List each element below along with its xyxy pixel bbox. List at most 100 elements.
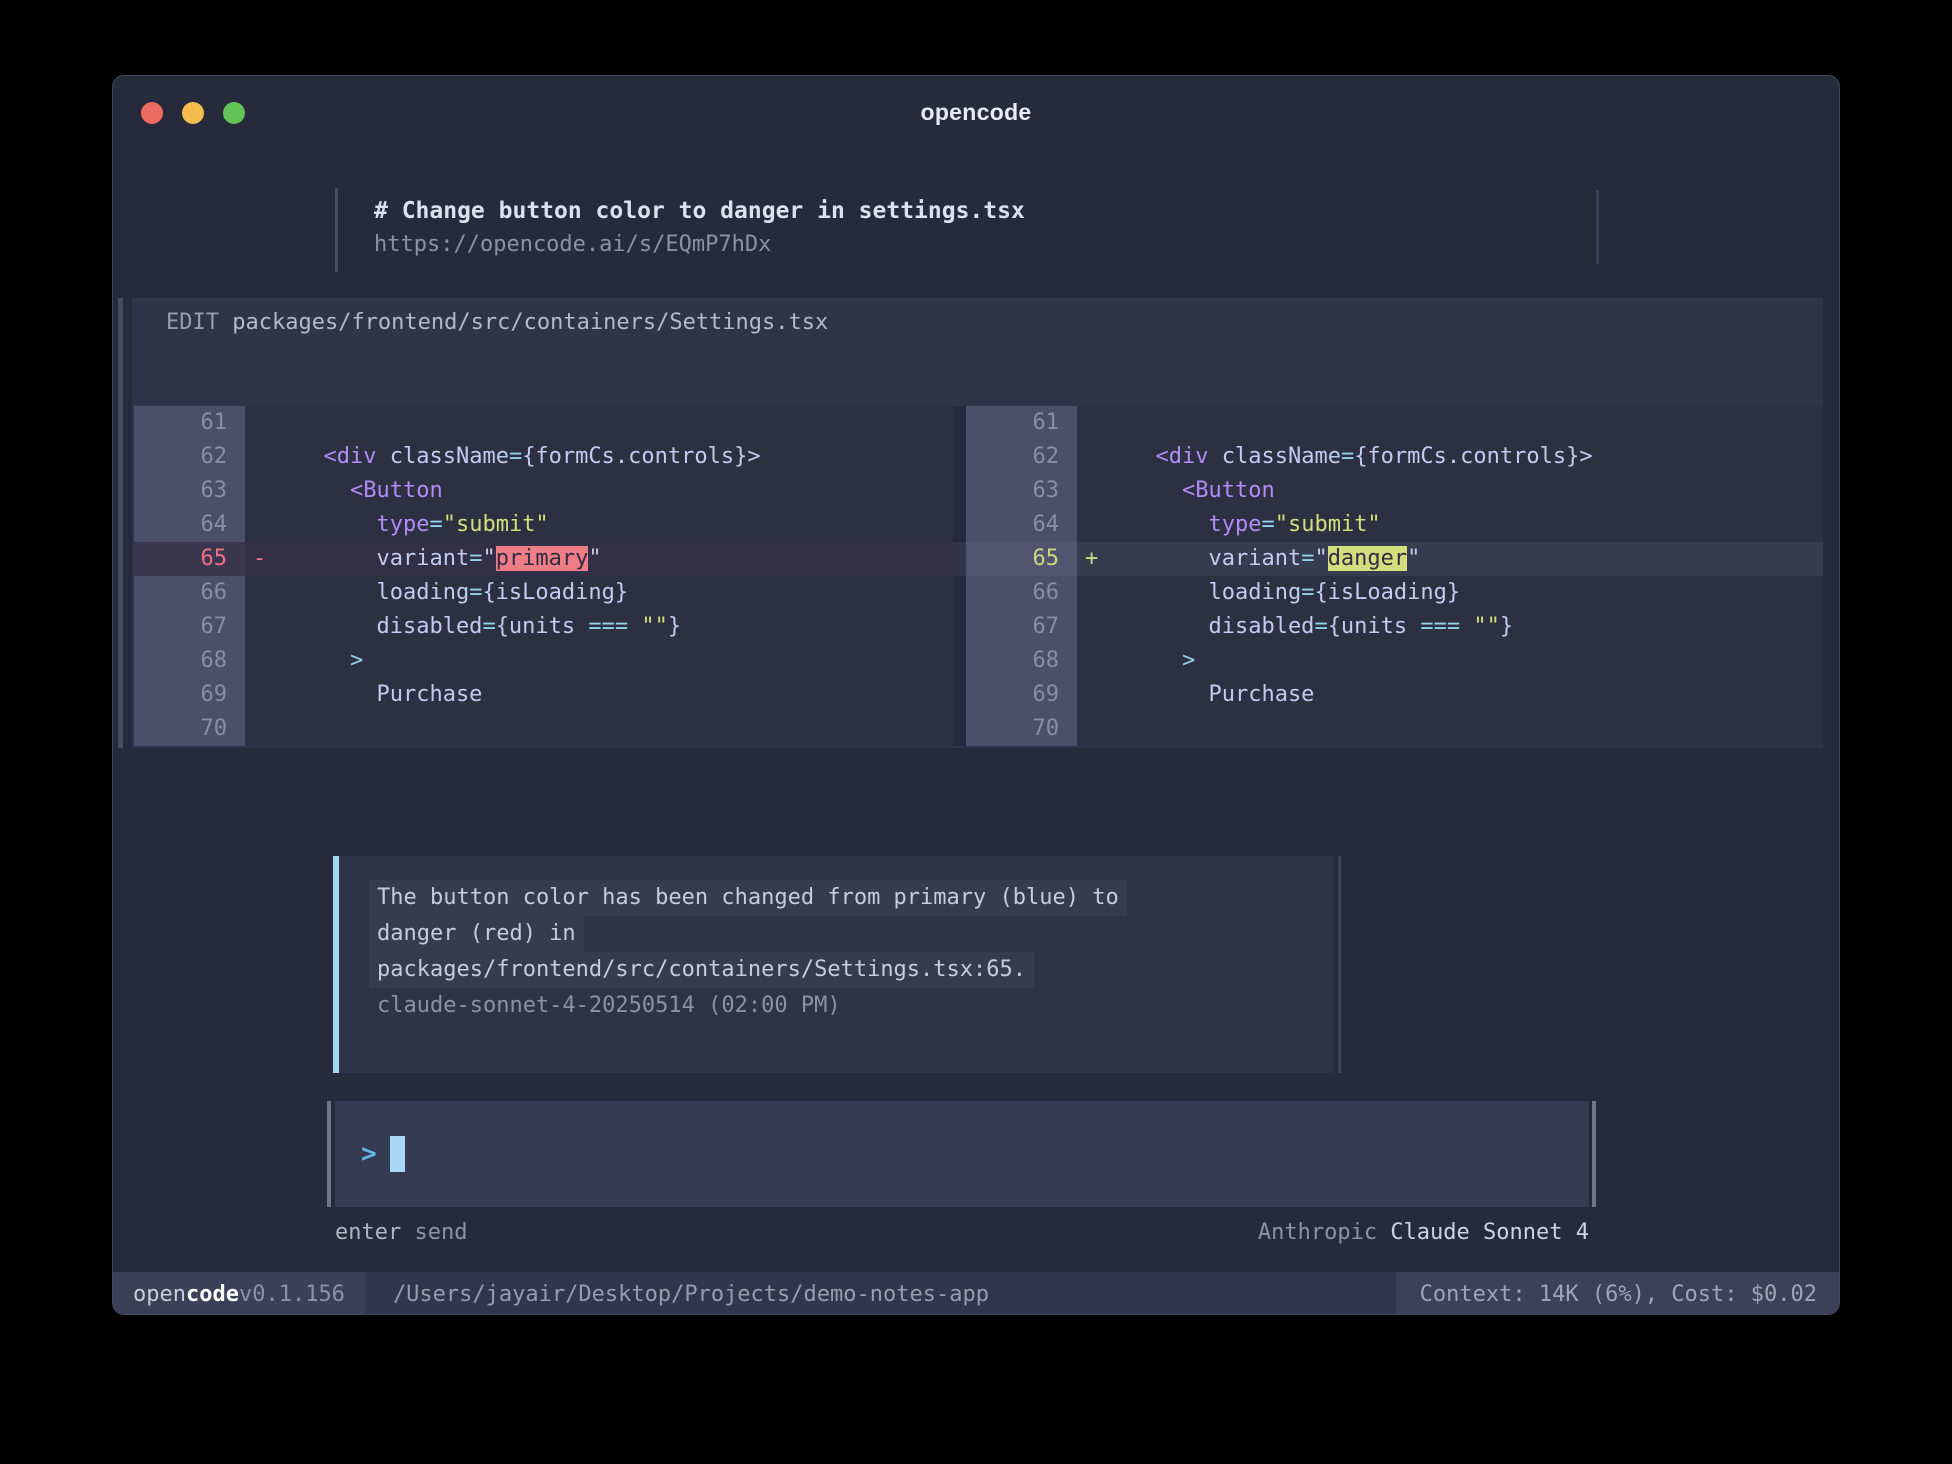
line-number: 68 [966, 644, 1077, 678]
input-left-edge [327, 1101, 331, 1207]
text-cursor [390, 1136, 405, 1172]
line-number: 65 [966, 542, 1077, 576]
pane-divider [953, 610, 966, 644]
window-title: opencode [113, 76, 1839, 148]
assistant-message-line: The button color has been changed from p… [369, 880, 1127, 916]
assistant-message-meta: claude-sonnet-4-20250514 (02:00 PM) [369, 988, 1333, 1024]
input-right-edge [1592, 1101, 1596, 1207]
pane-divider [953, 644, 966, 678]
line-number: 69 [134, 678, 245, 712]
code-line: <Button [245, 474, 953, 508]
code-line: loading={isLoading} [1077, 576, 1823, 610]
code-line: - variant="primary" [245, 542, 953, 576]
app-name-code: code [186, 1282, 239, 1307]
diff-row: 64 type="submit"64 type="submit" [134, 508, 1823, 542]
user-prompt-block: # Change button color to danger in setti… [335, 188, 1599, 272]
opencode-terminal-window: opencode # Change button color to danger… [112, 75, 1840, 1315]
context-cost-chip: Context: 14K (6%), Cost: $0.02 [1396, 1272, 1840, 1315]
code-line: > [245, 644, 953, 678]
line-number: 70 [134, 712, 245, 746]
share-url[interactable]: https://opencode.ai/s/EQmP7hDx [374, 228, 1599, 262]
code-line: Purchase [245, 678, 953, 712]
edit-tool-panel: EDIT packages/frontend/src/containers/Se… [132, 298, 1823, 748]
code-line: <div className={formCs.controls}> [245, 440, 953, 474]
diff-row: 66 loading={isLoading}66 loading={isLoad… [134, 576, 1823, 610]
line-number: 62 [134, 440, 245, 474]
edit-tool-label: EDIT [166, 310, 232, 335]
line-number: 61 [966, 406, 1077, 440]
diff-row: 63 <Button63 <Button [134, 474, 1823, 508]
diff-row: 62 <div className={formCs.controls}>62 <… [134, 440, 1823, 474]
titlebar: opencode [113, 76, 1839, 148]
line-number: 64 [966, 508, 1077, 542]
diff-row: 61 61 [134, 406, 1823, 440]
line-number: 61 [134, 406, 245, 440]
chat-input[interactable]: > [335, 1101, 1589, 1207]
edit-file-path: packages/frontend/src/containers/Setting… [232, 310, 828, 335]
line-number: 67 [134, 610, 245, 644]
line-number: 64 [134, 508, 245, 542]
assistant-message-right-border [1338, 856, 1341, 1073]
code-line: loading={isLoading} [245, 576, 953, 610]
pane-divider [953, 440, 966, 474]
diff-row: 65- variant="primary"65+ variant="danger… [134, 542, 1823, 576]
diff-row: 67 disabled={units === ""}67 disabled={u… [134, 610, 1823, 644]
line-number: 70 [966, 712, 1077, 746]
app-name-open: open [133, 1282, 186, 1307]
edit-panel-scroll-indicator[interactable] [118, 298, 123, 748]
user-prompt-text: # Change button color to danger in setti… [374, 194, 1599, 228]
model-name: Claude Sonnet 4 [1390, 1220, 1589, 1245]
assistant-message-line: danger (red) in [369, 916, 584, 952]
working-directory: /Users/jayair/Desktop/Projects/demo-note… [393, 1272, 989, 1315]
code-line [1077, 712, 1823, 746]
code-line [245, 406, 953, 440]
pane-divider [953, 712, 966, 746]
code-line [245, 712, 953, 746]
code-line: > [1077, 644, 1823, 678]
status-bar: opencode v0.1.156 /Users/jayair/Desktop/… [113, 1272, 1840, 1315]
line-number: 66 [966, 576, 1077, 610]
code-line: <div className={formCs.controls}> [1077, 440, 1823, 474]
pane-divider [953, 474, 966, 508]
code-line [1077, 406, 1823, 440]
input-prompt-char: > [361, 1139, 377, 1169]
line-number: 67 [966, 610, 1077, 644]
code-line: + variant="danger" [1077, 542, 1823, 576]
pane-divider [953, 508, 966, 542]
diff-row: 69 Purchase69 Purchase [134, 678, 1823, 712]
pane-divider [953, 576, 966, 610]
diff-view: 616162 <div className={formCs.controls}>… [134, 406, 1823, 746]
code-line: <Button [1077, 474, 1823, 508]
assistant-message-line: packages/frontend/src/containers/Setting… [369, 952, 1034, 988]
code-line: disabled={units === ""} [1077, 610, 1823, 644]
code-line: disabled={units === ""} [245, 610, 953, 644]
model-indicator[interactable]: Anthropic Claude Sonnet 4 [1258, 1216, 1589, 1250]
diff-row: 70 70 [134, 712, 1823, 746]
line-number: 68 [134, 644, 245, 678]
send-hint: enter send [335, 1216, 467, 1250]
line-number: 69 [966, 678, 1077, 712]
addition-marker: + [1077, 542, 1129, 576]
prompt-block-right-border [1596, 190, 1599, 264]
app-version: v0.1.156 [239, 1282, 345, 1307]
assistant-message: The button color has been changed from p… [333, 856, 1333, 1073]
line-number: 66 [134, 576, 245, 610]
pane-divider [953, 678, 966, 712]
enter-key-hint: enter [335, 1220, 401, 1245]
input-hints-row: enter send Anthropic Claude Sonnet 4 [335, 1216, 1589, 1250]
line-number: 62 [966, 440, 1077, 474]
line-number: 65 [134, 542, 245, 576]
app-version-chip: opencode v0.1.156 [113, 1272, 365, 1315]
line-number: 63 [966, 474, 1077, 508]
diff-row: 68 >68 > [134, 644, 1823, 678]
code-line: type="submit" [1077, 508, 1823, 542]
pane-divider [953, 406, 966, 440]
provider-name: Anthropic [1258, 1220, 1390, 1245]
edit-tool-header: EDIT packages/frontend/src/containers/Se… [132, 298, 1823, 340]
pane-divider [953, 542, 966, 576]
code-line: Purchase [1077, 678, 1823, 712]
deletion-marker: - [245, 542, 297, 576]
code-line: type="submit" [245, 508, 953, 542]
send-action-hint: send [401, 1220, 467, 1245]
line-number: 63 [134, 474, 245, 508]
